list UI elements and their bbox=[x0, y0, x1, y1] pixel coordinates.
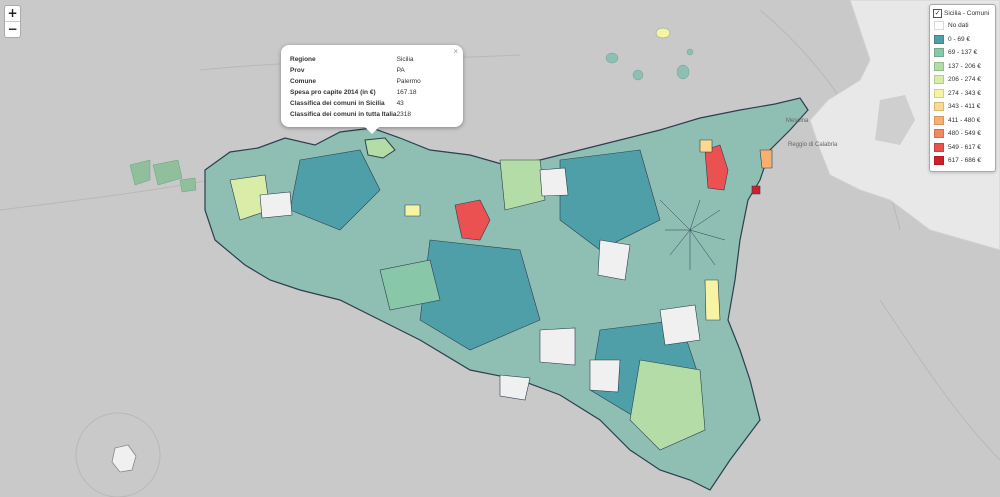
legend-item: 274 - 343 € bbox=[934, 88, 981, 98]
popup-tip bbox=[365, 127, 379, 134]
popup-value: 167.18 bbox=[396, 89, 417, 96]
legend-swatch bbox=[934, 156, 944, 165]
layer-checkbox[interactable]: ✓ bbox=[933, 9, 942, 18]
svg-text:Reggio di Calabria: Reggio di Calabria bbox=[788, 142, 838, 148]
legend-swatch bbox=[934, 88, 944, 98]
popup-row: Spesa pro capite 2014 (in €) 167.18 bbox=[290, 87, 421, 98]
legend-label: No dati bbox=[948, 22, 969, 29]
zoom-out-button[interactable]: − bbox=[5, 21, 20, 37]
legend-swatch bbox=[934, 48, 944, 57]
popup-row: Comune Palermo bbox=[290, 76, 421, 87]
legend-label: 0 - 69 € bbox=[948, 35, 971, 43]
legend-item: 0 - 69 € bbox=[934, 34, 971, 44]
legend-swatch bbox=[934, 102, 944, 111]
legend-item: No dati bbox=[934, 21, 969, 30]
legend-swatch bbox=[934, 21, 944, 30]
popup-value: PA bbox=[396, 67, 405, 74]
popup-row: Classifica dei comuni in Sicilia 43 bbox=[290, 98, 421, 109]
legend-label: 549 - 617 € bbox=[948, 143, 981, 151]
info-popup: × Regione Sicilia Prov PA Comune Palermo Sp… bbox=[281, 45, 463, 134]
popup-key: Comune bbox=[290, 78, 316, 85]
legend-swatch bbox=[934, 142, 944, 152]
legend-item: 411 - 480 € bbox=[934, 115, 981, 125]
layer-toggle[interactable]: ✓ Sicilia - Comuni bbox=[933, 9, 989, 18]
legend-label: 343 - 411 € bbox=[948, 103, 981, 110]
popup-key: Prov bbox=[290, 67, 305, 74]
legend-label: 274 - 343 € bbox=[948, 89, 981, 97]
legend-item: 617 - 686 € bbox=[934, 156, 981, 165]
legend-item: 549 - 617 € bbox=[934, 142, 981, 152]
legend-layer-control: ✓ Sicilia - Comuni No dati 0 - 69 € 69 - 1… bbox=[929, 4, 996, 172]
legend-swatch bbox=[934, 34, 944, 44]
svg-text:Messina: Messina bbox=[786, 118, 809, 124]
popup-row: Prov PA bbox=[290, 65, 421, 76]
popup-key: Classifica dei comuni in tutta Italia bbox=[290, 111, 397, 118]
popup-close-button[interactable]: × bbox=[453, 47, 458, 56]
legend-label: 137 - 206 € bbox=[948, 62, 981, 70]
legend-item: 480 - 549 € bbox=[934, 129, 981, 138]
popup-value: Palermo bbox=[396, 78, 421, 85]
popup-key: Regione bbox=[290, 56, 316, 63]
popup-table: Regione Sicilia Prov PA Comune Palermo Spes… bbox=[290, 54, 421, 120]
popup-key: Classifica dei comuni in Sicilia bbox=[290, 100, 385, 107]
map-canvas[interactable]: Messina Reggio di Calabria bbox=[0, 0, 1000, 497]
popup-key: Spesa pro capite 2014 (in €) bbox=[290, 89, 376, 96]
legend-item: 343 - 411 € bbox=[934, 102, 980, 111]
popup-row: Regione Sicilia bbox=[290, 54, 421, 65]
legend-item: 137 - 206 € bbox=[934, 61, 981, 71]
legend-item: 206 - 274 € bbox=[934, 75, 981, 84]
popup-value: 43 bbox=[396, 100, 404, 107]
zoom-control: + − bbox=[4, 5, 21, 38]
legend-label: 69 - 137 € bbox=[948, 49, 978, 56]
legend-swatch bbox=[934, 75, 944, 84]
legend-swatch bbox=[934, 129, 944, 138]
legend-swatch bbox=[934, 115, 944, 125]
zoom-in-button[interactable]: + bbox=[5, 6, 20, 21]
legend-label: 617 - 686 € bbox=[948, 157, 981, 164]
legend-label: 480 - 549 € bbox=[948, 130, 981, 137]
legend-label: 411 - 480 € bbox=[948, 116, 981, 124]
legend-label: 206 - 274 € bbox=[948, 76, 981, 83]
legend-item: 69 - 137 € bbox=[934, 48, 977, 57]
popup-row: Classifica dei comuni in tutta Italia 231… bbox=[290, 109, 421, 120]
layer-label: Sicilia - Comuni bbox=[944, 10, 990, 17]
legend-swatch bbox=[934, 61, 944, 71]
popup-value: 2318 bbox=[396, 111, 412, 118]
popup-value: Sicilia bbox=[396, 56, 414, 63]
